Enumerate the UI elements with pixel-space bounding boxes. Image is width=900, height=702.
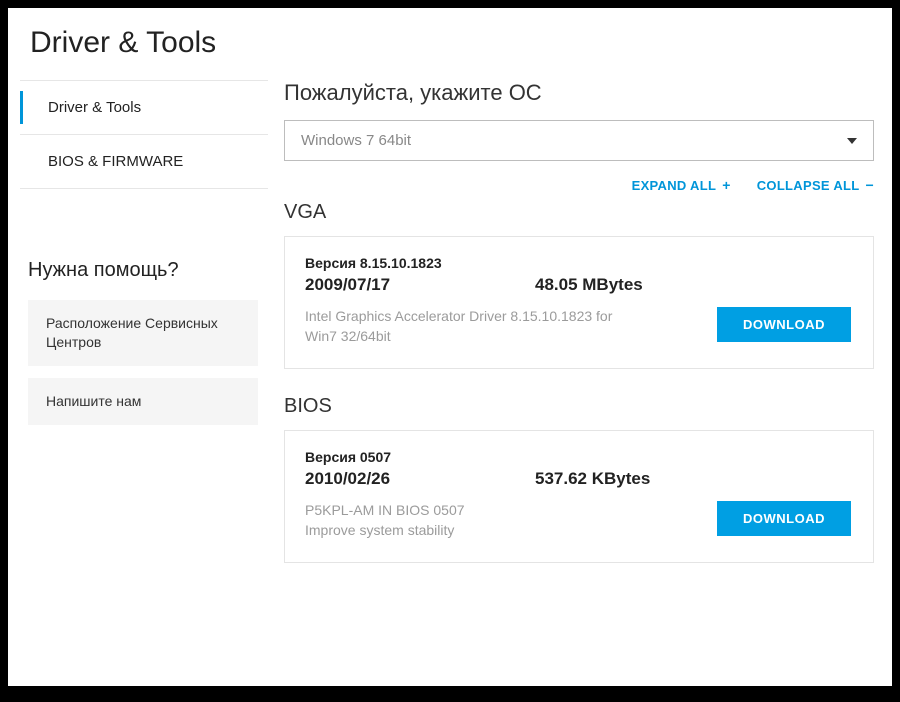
sidebar: Driver & Tools BIOS & FIRMWARE Нужна пом… <box>8 80 268 589</box>
driver-date: 2009/07/17 <box>305 275 535 295</box>
main-content: Пожалуйста, укажите ОС Windows 7 64bit E… <box>268 80 892 589</box>
expand-collapse-bar: EXPAND ALL + COLLAPSE ALL − <box>284 177 874 193</box>
os-select-label: Пожалуйста, укажите ОС <box>284 80 874 106</box>
driver-description: Intel Graphics Accelerator Driver 8.15.1… <box>305 307 635 346</box>
section-title-bios: BIOS <box>284 395 874 418</box>
driver-date: 2010/02/26 <box>305 469 535 489</box>
os-selected-value: Windows 7 64bit <box>301 132 411 149</box>
help-button-label: Расположение Сервисных Центров <box>46 315 218 350</box>
help-contact-button[interactable]: Напишите нам <box>28 378 258 425</box>
os-select[interactable]: Windows 7 64bit <box>284 120 874 161</box>
caret-down-icon <box>847 138 857 144</box>
expand-all-button[interactable]: EXPAND ALL + <box>632 177 731 193</box>
help-button-label: Напишите нам <box>46 393 141 409</box>
plus-icon: + <box>722 177 730 193</box>
section-title-vga: VGA <box>284 201 874 224</box>
driver-card: Версия 8.15.10.1823 2009/07/17 48.05 MBy… <box>284 236 874 369</box>
driver-version: Версия 0507 <box>305 449 853 465</box>
tab-list: Driver & Tools BIOS & FIRMWARE <box>20 80 268 189</box>
help-service-locations-button[interactable]: Расположение Сервисных Центров <box>28 300 258 366</box>
help-title: Нужна помощь? <box>20 189 268 300</box>
driver-size: 48.05 MBytes <box>535 275 643 295</box>
download-button[interactable]: DOWNLOAD <box>717 307 851 342</box>
download-button[interactable]: DOWNLOAD <box>717 501 851 536</box>
driver-description: P5KPL-AM IN BIOS 0507 Improve system sta… <box>305 501 635 540</box>
tab-label: Driver & Tools <box>48 99 141 116</box>
driver-version: Версия 8.15.10.1823 <box>305 255 853 271</box>
driver-card: Версия 0507 2010/02/26 537.62 KBytes P5K… <box>284 430 874 563</box>
tab-bios-firmware[interactable]: BIOS & FIRMWARE <box>20 135 268 189</box>
driver-size: 537.62 KBytes <box>535 469 650 489</box>
tab-label: BIOS & FIRMWARE <box>48 153 183 170</box>
collapse-all-button[interactable]: COLLAPSE ALL − <box>757 177 874 193</box>
collapse-all-label: COLLAPSE ALL <box>757 178 860 193</box>
tab-driver-tools[interactable]: Driver & Tools <box>20 81 268 135</box>
expand-all-label: EXPAND ALL <box>632 178 717 193</box>
minus-icon: − <box>866 177 874 193</box>
page-title: Driver & Tools <box>8 8 892 80</box>
